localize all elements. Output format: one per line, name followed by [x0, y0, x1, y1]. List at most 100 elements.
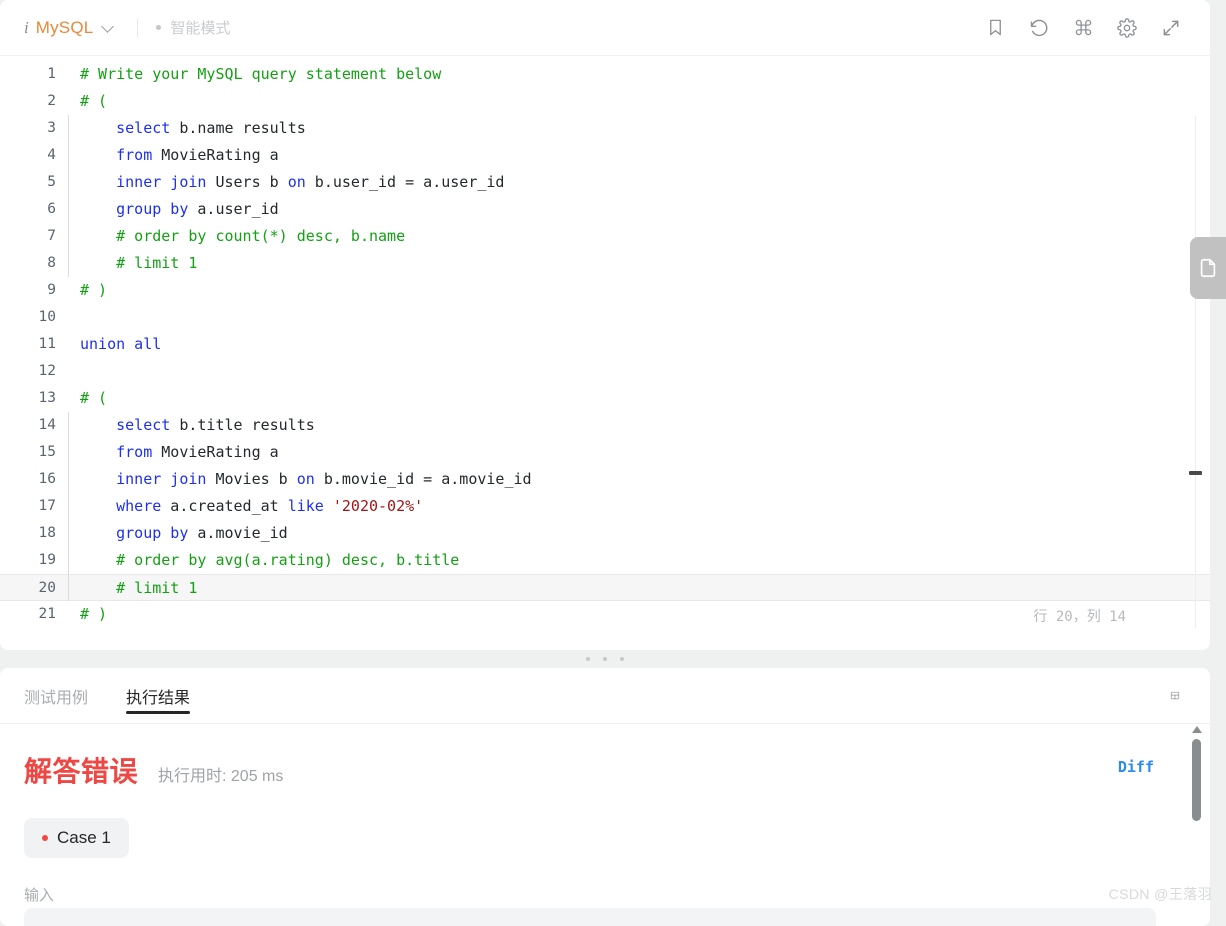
splitter-dot — [620, 657, 624, 661]
code-line-text: from MovieRating a — [80, 439, 279, 466]
tab-execution-result[interactable]: 执行结果 — [126, 668, 191, 724]
code-lines[interactable]: 1 # Write your MySQL query statement belo… — [0, 61, 1210, 628]
split-layout-icon[interactable] — [1170, 684, 1194, 708]
code-line[interactable]: 10 — [0, 304, 1210, 331]
reset-icon[interactable] — [1028, 17, 1050, 39]
case-chip-1[interactable]: Case 1 — [24, 818, 129, 858]
code-line[interactable]: 12 — [0, 358, 1210, 385]
code-token: # limit 1 — [80, 254, 198, 272]
code-line[interactable]: 11 union all — [0, 331, 1210, 358]
case-label: Case 1 — [57, 828, 111, 847]
app-root: i MySQL 智能模式 1 # Write your MySQL query … — [0, 0, 1226, 926]
line-number: 10 — [38, 309, 56, 325]
code-token: b.user_id = a.user_id — [305, 173, 505, 191]
code-area[interactable]: 1 # Write your MySQL query statement belo… — [0, 56, 1210, 628]
code-token: from — [80, 443, 153, 461]
gear-icon[interactable] — [1116, 17, 1138, 39]
code-line[interactable]: 5 inner join Users b on b.user_id = a.us… — [0, 169, 1210, 196]
smart-mode-toggle[interactable]: 智能模式 — [156, 17, 230, 38]
code-token: group by — [80, 200, 189, 218]
input-section-label: 输入 — [24, 887, 55, 904]
line-number: 14 — [38, 417, 56, 433]
tab-testcases[interactable]: 测试用例 — [24, 668, 88, 724]
code-token: # ( — [80, 389, 108, 407]
bookmark-icon[interactable] — [984, 17, 1006, 39]
code-line[interactable]: 13 # ( — [0, 385, 1210, 412]
code-line[interactable]: 3 select b.name results — [0, 115, 1210, 142]
expand-icon[interactable] — [1160, 17, 1182, 39]
line-number: 5 — [47, 174, 56, 190]
splitter-handle[interactable] — [586, 657, 624, 661]
splitter-dot — [586, 657, 590, 661]
code-line[interactable]: 14 select b.title results — [0, 412, 1210, 439]
language-selector[interactable]: i MySQL — [24, 18, 115, 38]
code-line[interactable]: 20 # limit 1 — [0, 574, 1210, 601]
code-line-text: # limit 1 — [80, 575, 197, 602]
input-value-box[interactable] — [24, 908, 1156, 926]
line-number: 16 — [38, 471, 56, 487]
code-token: from — [80, 146, 153, 164]
line-number: 19 — [38, 552, 56, 568]
line-number: 18 — [38, 525, 56, 541]
code-token: b.name results — [170, 119, 306, 137]
code-line-text: union all — [80, 331, 161, 358]
code-line[interactable]: 17 where a.created_at like '2020-02%' — [0, 493, 1210, 520]
verdict-label: 解答错误 — [24, 756, 139, 787]
line-number: 20 — [38, 580, 56, 596]
scroll-up-arrow-icon[interactable] — [1192, 726, 1202, 733]
line-number: 7 — [47, 228, 56, 244]
code-line[interactable]: 19 # order by avg(a.rating) desc, b.titl… — [0, 547, 1210, 574]
code-token: inner join — [80, 470, 207, 488]
code-line-text: group by a.movie_id — [80, 520, 288, 547]
document-panel-tab[interactable] — [1190, 237, 1226, 299]
code-token: a.created_at — [161, 497, 288, 515]
editor-scrollbar-thumb[interactable] — [1189, 471, 1202, 475]
document-icon — [1200, 258, 1216, 278]
indent-guide — [68, 115, 69, 277]
line-number: 6 — [47, 201, 56, 217]
code-token: MovieRating a — [152, 146, 279, 164]
status-dot-icon — [156, 25, 162, 30]
code-line[interactable]: 8 # limit 1 — [0, 250, 1210, 277]
cursor-position-status: 行 20，列 14 — [1033, 608, 1126, 625]
code-line[interactable]: 1 # Write your MySQL query statement belo… — [0, 61, 1210, 88]
line-number: 13 — [38, 390, 56, 406]
code-token: # ( — [80, 92, 108, 110]
code-line-text: inner join Users b on b.user_id = a.user… — [80, 169, 504, 196]
code-line[interactable]: 9 # ) — [0, 277, 1210, 304]
panel-splitter[interactable] — [0, 650, 1210, 668]
code-line-text: inner join Movies b on b.movie_id = a.mo… — [80, 466, 531, 493]
info-italic-icon: i — [24, 17, 29, 37]
code-line[interactable]: 2 # ( — [0, 88, 1210, 115]
code-token: on — [287, 173, 306, 191]
language-label: MySQL — [35, 17, 94, 37]
line-number: 9 — [47, 282, 56, 298]
diff-link[interactable]: Diff — [1118, 758, 1154, 776]
code-line-text: # ( — [80, 385, 107, 412]
command-icon[interactable] — [1072, 17, 1094, 39]
editor-header: i MySQL 智能模式 — [0, 0, 1210, 56]
verdict-row: 解答错误 执行用时: 205 ms — [24, 750, 1186, 790]
code-line[interactable]: 18 group by a.movie_id — [0, 520, 1210, 547]
code-line-text: # ( — [80, 88, 107, 115]
code-token: # order by avg(a.rating) desc, b.title — [80, 551, 460, 569]
code-line[interactable]: 7 # order by count(*) desc, b.name — [0, 223, 1210, 250]
line-number: 2 — [47, 93, 56, 109]
line-number: 4 — [47, 147, 56, 163]
code-line-text: where a.created_at like '2020-02%' — [80, 493, 423, 520]
code-line-text: group by a.user_id — [80, 196, 279, 223]
line-number: 17 — [38, 498, 56, 514]
result-scrollbar-thumb[interactable] — [1192, 739, 1201, 821]
code-token: # limit 1 — [80, 579, 198, 597]
code-token: Movies b — [206, 470, 297, 488]
code-token: b.title results — [170, 416, 315, 434]
chevron-down-icon[interactable] — [102, 21, 115, 34]
line-number: 12 — [38, 363, 56, 379]
code-token: select — [80, 416, 171, 434]
code-line[interactable]: 16 inner join Movies b on b.movie_id = a… — [0, 466, 1210, 493]
editor-scrollbar-track[interactable] — [1195, 116, 1196, 628]
code-line[interactable]: 15 from MovieRating a — [0, 439, 1210, 466]
code-line[interactable]: 4 from MovieRating a — [0, 142, 1210, 169]
runtime-label: 执行用时: 205 ms — [158, 768, 284, 785]
code-line[interactable]: 6 group by a.user_id — [0, 196, 1210, 223]
